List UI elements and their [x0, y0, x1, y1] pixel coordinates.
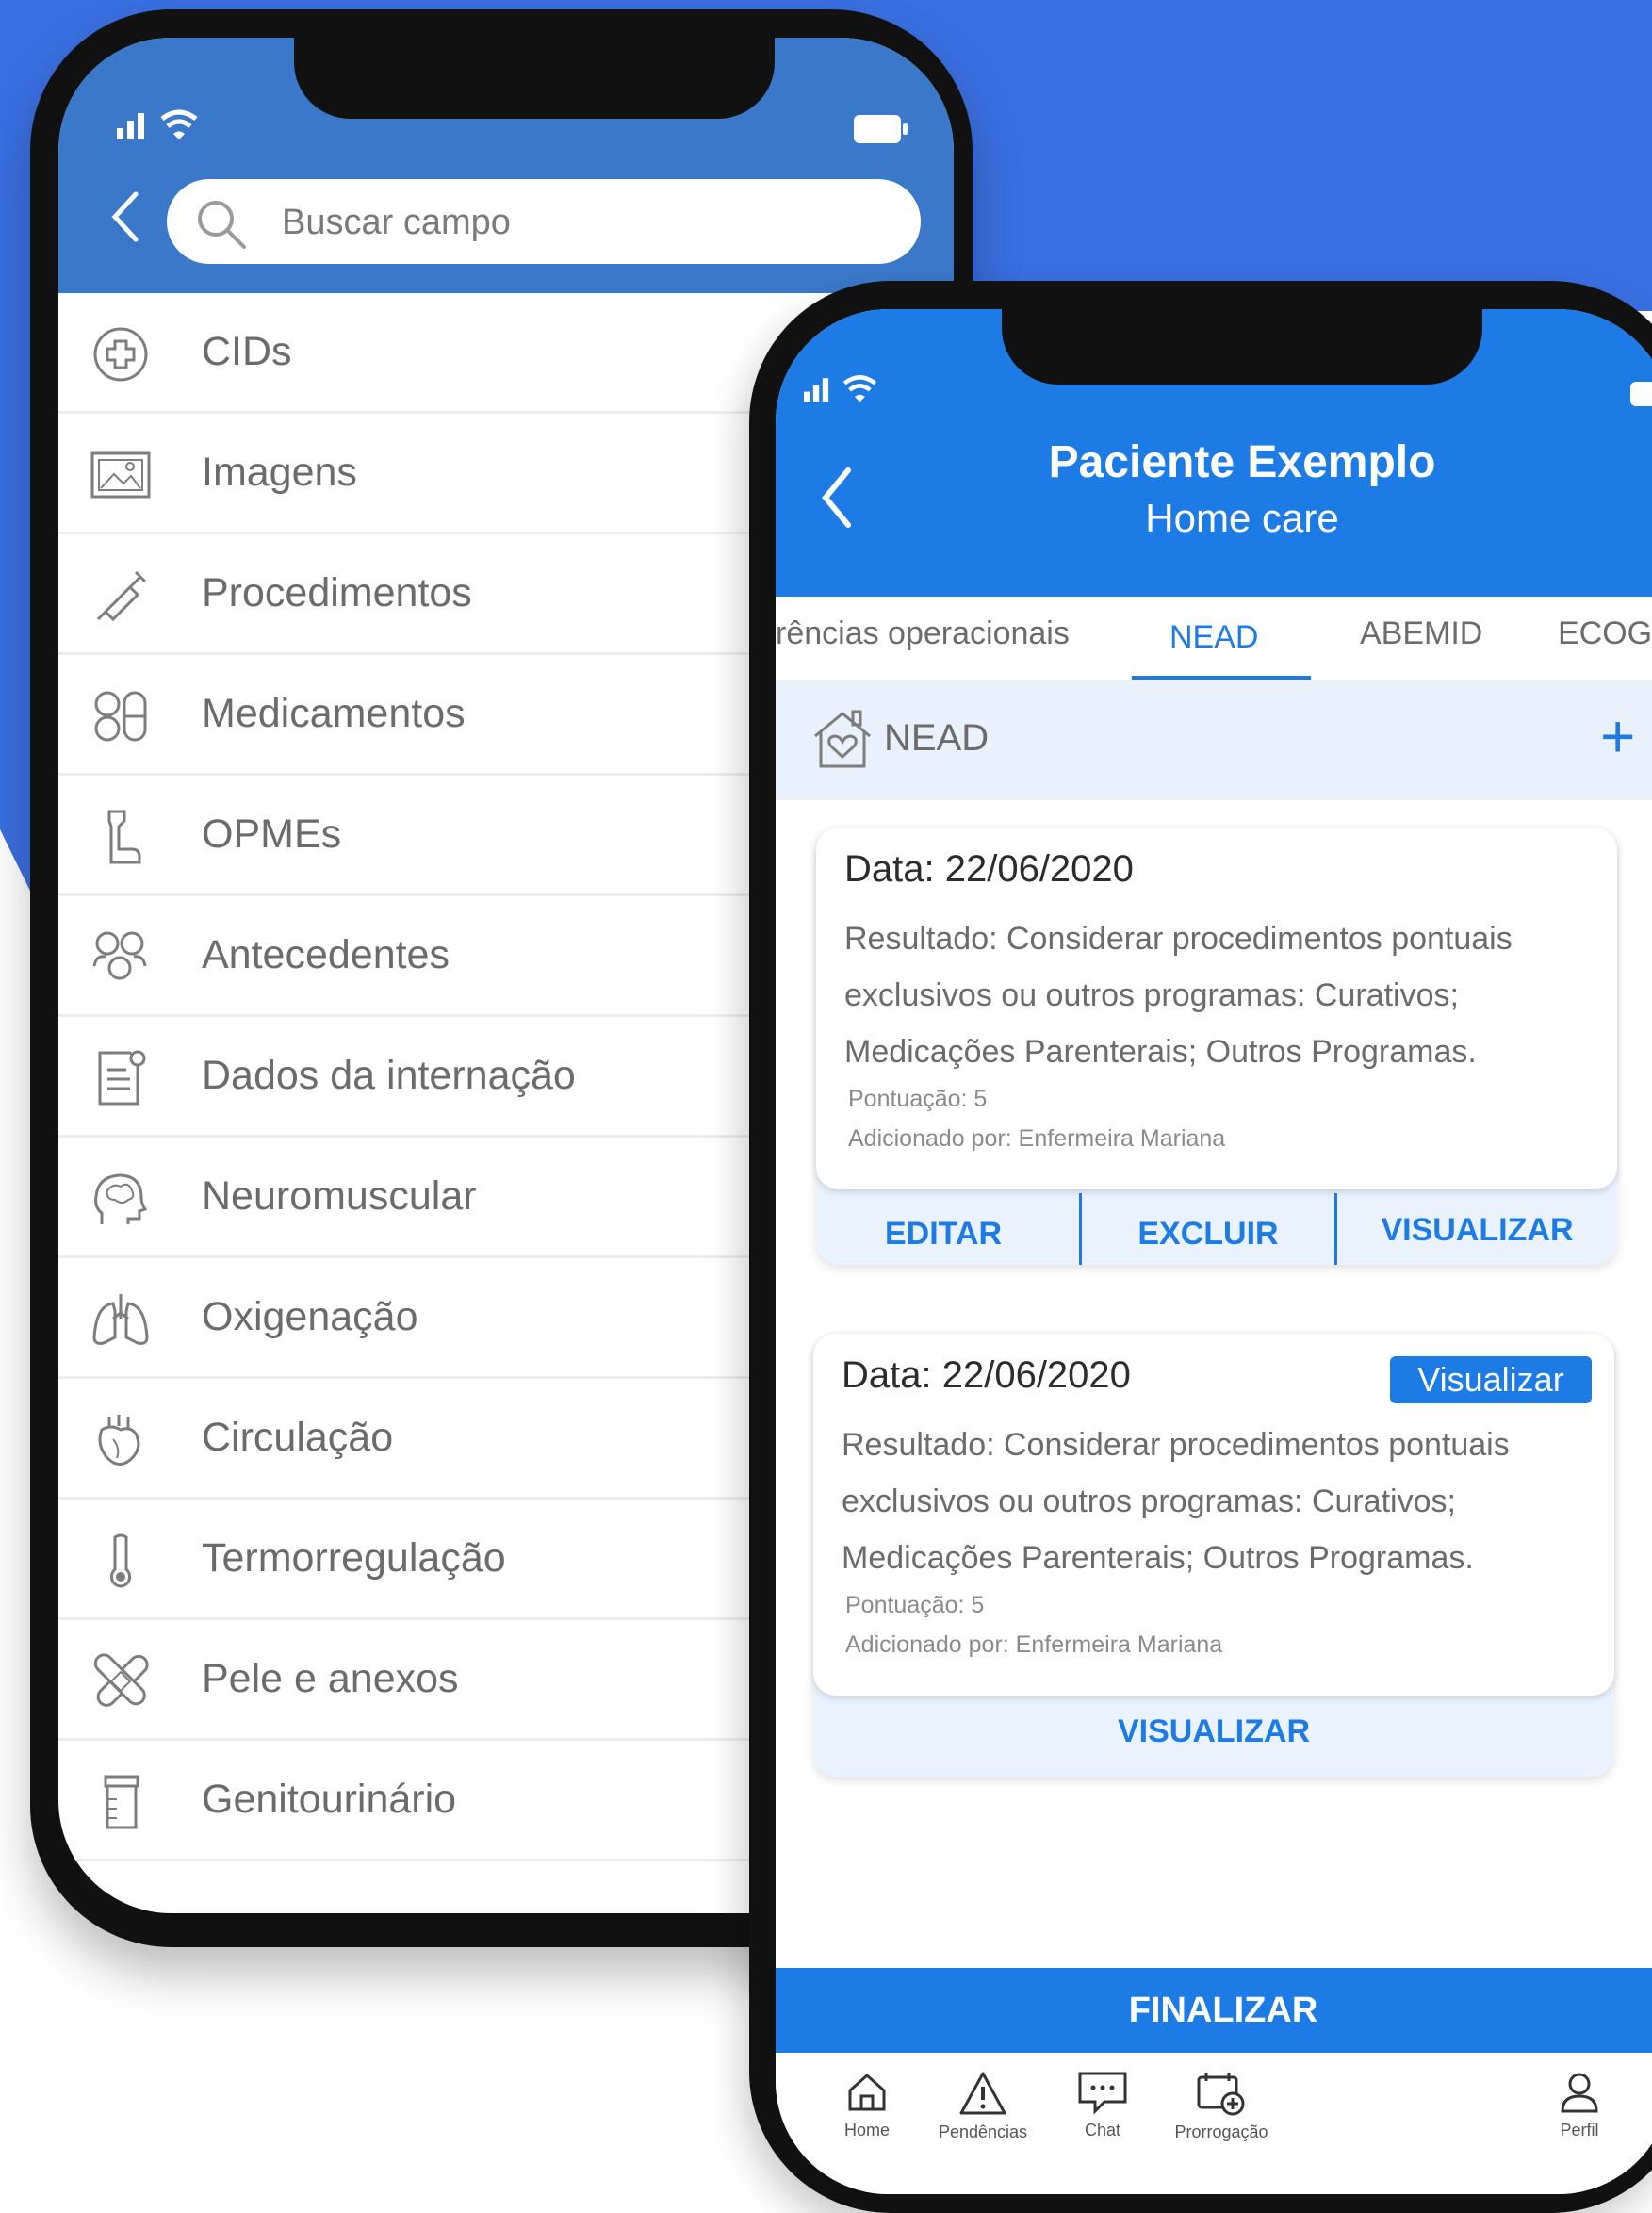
nead-card: Data: 22/06/2020 Resultado: Considerar p…: [816, 828, 1617, 1265]
menu-item-label: Dados da internação: [202, 1053, 576, 1098]
card-content: Data: 22/06/2020 Resultado: Considerar p…: [816, 828, 1617, 1189]
patient-name: Paciente Exemplo: [1048, 437, 1436, 487]
image-icon: [90, 451, 151, 499]
search-header: [58, 38, 954, 293]
chat-icon: [1078, 2072, 1127, 2115]
user-icon: [1561, 2073, 1598, 2113]
thermometer-icon: [109, 1533, 132, 1588]
plus-circle-icon: [93, 327, 148, 382]
nav-perfil[interactable]: Perfil: [1504, 2070, 1652, 2140]
edit-button[interactable]: EDITAR: [816, 1216, 1071, 1253]
bandage-icon: [93, 1653, 149, 1707]
card-added-by: Adicionado por: Enfermeira Mariana: [845, 1631, 1223, 1658]
finalize-button[interactable]: FINALIZAR: [776, 1968, 1652, 2053]
tab-abemid[interactable]: ABEMID: [1360, 615, 1482, 652]
card-score: Pontuação: 5: [845, 1592, 985, 1618]
menu-item-label: Pele e anexos: [202, 1656, 459, 1701]
menu-item-label: Neuromuscular: [202, 1173, 477, 1219]
family-icon: [92, 931, 147, 980]
delete-button[interactable]: EXCLUIR: [1082, 1216, 1334, 1253]
calendar-add-icon: [1197, 2073, 1245, 2116]
card-date: Data: 22/06/2020: [842, 1354, 1131, 1396]
warning-icon: [959, 2072, 1006, 2115]
lungs-icon: [92, 1294, 149, 1345]
card-content: Data: 22/06/2020 Visualizar Resultado: C…: [813, 1334, 1614, 1696]
section-title: NEAD: [884, 717, 990, 759]
tab-nead[interactable]: NEAD: [1169, 619, 1258, 656]
phone-right-screen: Paciente Exemplo Home care rências opera…: [776, 309, 1652, 2194]
syringe-icon: [96, 570, 147, 622]
heart-icon: [98, 1415, 140, 1466]
card-added-by: Adicionado por: Enfermeira Mariana: [848, 1125, 1226, 1152]
tab-bar: rências operacionais NEAD ABEMID ECOG: [776, 597, 1652, 682]
search-input[interactable]: [280, 196, 868, 249]
nav-label: Prorrogação: [1174, 2123, 1268, 2141]
card-result: Resultado: Considerar procedimentos pont…: [844, 921, 1513, 1070]
card-result: Resultado: Considerar procedimentos pont…: [842, 1427, 1510, 1576]
brain-head-icon: [94, 1173, 148, 1224]
document-icon: [98, 1050, 146, 1106]
menu-item-label: Procedimentos: [202, 570, 472, 615]
view-button[interactable]: VISUALIZAR: [813, 1713, 1614, 1750]
care-type: Home care: [1145, 496, 1339, 540]
menu-item-label: Medicamentos: [202, 691, 466, 736]
card-score: Pontuação: 5: [848, 1086, 988, 1112]
search-icon: [198, 201, 246, 249]
pills-icon: [94, 691, 147, 742]
menu-item-label: Termorregulação: [202, 1535, 506, 1581]
urine-container-icon: [104, 1775, 139, 1829]
tab-ecog[interactable]: ECOG: [1558, 615, 1652, 652]
card-date: Data: 22/06/2020: [844, 848, 1134, 890]
prosthesis-icon: [107, 810, 141, 864]
view-badge-button[interactable]: Visualizar: [1390, 1356, 1592, 1403]
menu-item-label: CIDs: [202, 329, 292, 374]
phone-notch: [294, 38, 775, 119]
bottom-nav: Home Pendências Chat Prorrogação Perfil: [776, 2053, 1652, 2194]
signal-wifi-icon: [804, 375, 876, 402]
phone-notch: [1002, 309, 1482, 385]
add-button[interactable]: +: [1600, 706, 1635, 766]
signal-wifi-icon: [117, 109, 198, 139]
nav-prorrogacao[interactable]: Prorrogação: [1146, 2070, 1297, 2142]
phone-right: Paciente Exemplo Home care rências opera…: [749, 281, 1652, 2213]
menu-item-label: Circulação: [202, 1415, 394, 1460]
patient-header: Paciente Exemplo Home care: [776, 309, 1652, 597]
menu-item-label: Imagens: [202, 450, 357, 495]
section-header: NEAD +: [776, 680, 1652, 800]
view-button[interactable]: VISUALIZAR: [1337, 1212, 1617, 1249]
back-arrow-icon[interactable]: [107, 189, 145, 245]
nav-label: Perfil: [1560, 2121, 1599, 2139]
home-icon: [848, 2073, 886, 2111]
nead-card: Data: 22/06/2020 Visualizar Resultado: C…: [813, 1334, 1614, 1777]
menu-item-label: Antecedentes: [202, 932, 450, 977]
back-arrow-icon[interactable]: [818, 465, 856, 531]
home-heart-icon: [814, 710, 871, 768]
menu-item-label: Oxigenação: [202, 1294, 418, 1339]
tab-referencias-operacionais[interactable]: rências operacionais: [776, 615, 1070, 652]
battery-icon: [854, 115, 908, 143]
menu-item-label: Genitourinário: [202, 1777, 457, 1822]
menu-item-label: OPMEs: [202, 811, 342, 857]
search-bar[interactable]: [167, 179, 921, 264]
battery-icon: [1630, 382, 1652, 406]
